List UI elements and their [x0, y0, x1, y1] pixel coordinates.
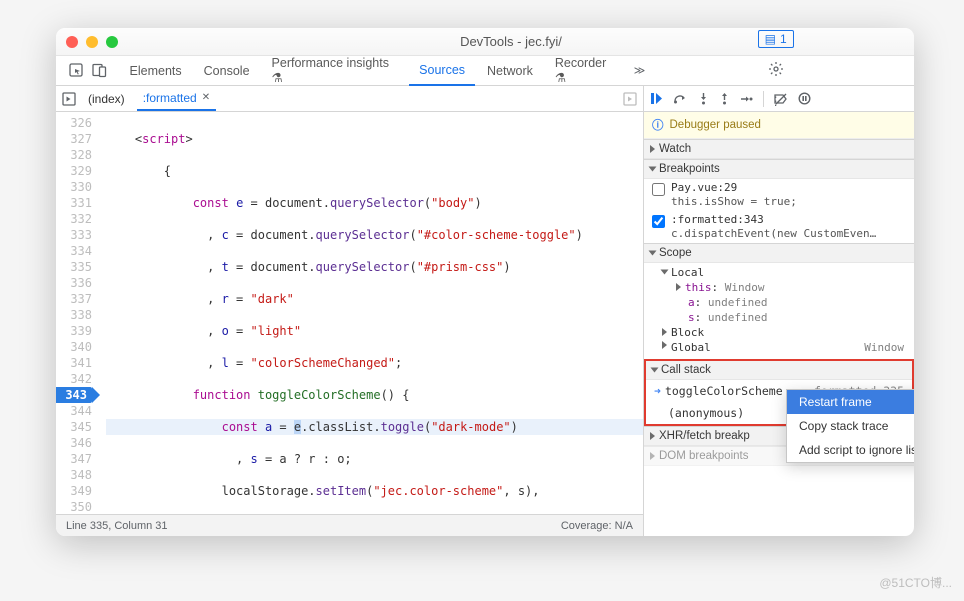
flask-icon: ⚗: [555, 71, 566, 85]
close-window-icon[interactable]: [66, 36, 78, 48]
close-tab-icon[interactable]: ✕: [202, 92, 210, 103]
devtools-window: DevTools - jec.fyi/ Elements Console Per…: [56, 28, 914, 536]
code-content: <script> { const e = document.querySelec…: [98, 112, 643, 514]
tab-network[interactable]: Network: [477, 57, 543, 85]
breakpoint-item[interactable]: :formatted:343c.dispatchEvent(new Custom…: [644, 211, 914, 243]
device-mode-icon[interactable]: [89, 60, 110, 82]
section-scope[interactable]: Scope: [644, 243, 914, 263]
info-icon: ⓘ: [652, 117, 664, 133]
breakpoint-item[interactable]: Pay.vue:29this.isShow = true;: [644, 179, 914, 211]
scope-local: Local this: Window a: undefined s: undef…: [644, 263, 914, 359]
zoom-window-icon[interactable]: [106, 36, 118, 48]
context-menu: Restart frame Copy stack trace Add scrip…: [786, 389, 914, 463]
step-into-icon[interactable]: [698, 92, 709, 105]
deactivate-breakpoints-icon[interactable]: [774, 93, 788, 105]
ctx-restart-frame[interactable]: Restart frame: [787, 390, 914, 414]
callstack-highlight: Call stack ➜ toggleColorScheme :formatte…: [644, 359, 914, 426]
message-icon: ▤: [765, 32, 776, 46]
breakpoint-checkbox[interactable]: [652, 183, 665, 196]
watermark: @51CTO博...: [879, 574, 952, 591]
resume-icon[interactable]: [650, 92, 663, 105]
pause-exceptions-icon[interactable]: [798, 92, 811, 105]
devtools-tabs: Elements Console Performance insights ⚗ …: [56, 56, 914, 86]
snippet-run-icon[interactable]: [623, 92, 637, 106]
ctx-ignore-script[interactable]: Add script to ignore list: [787, 438, 914, 462]
status-bar: Line 335, Column 31 Coverage: N/A: [56, 514, 643, 536]
tab-sources[interactable]: Sources: [409, 56, 475, 86]
more-tabs-icon[interactable]: ≫: [634, 64, 646, 77]
cursor-position: Line 335, Column 31: [66, 520, 168, 532]
breakpoint-checkbox[interactable]: [652, 215, 665, 228]
tab-elements[interactable]: Elements: [120, 57, 192, 85]
line-gutter: 3263273283293303313323333343353363373383…: [56, 112, 98, 514]
current-frame-icon: ➜: [654, 384, 661, 398]
flask-icon: ⚗: [272, 71, 283, 85]
section-breakpoints[interactable]: Breakpoints: [644, 159, 914, 179]
debug-toolbar: [644, 86, 914, 112]
messages-badge[interactable]: ▤1: [758, 30, 794, 48]
minimize-window-icon[interactable]: [86, 36, 98, 48]
section-watch[interactable]: Watch: [644, 139, 914, 159]
coverage-status: Coverage: N/A: [561, 520, 633, 532]
section-callstack[interactable]: Call stack: [646, 361, 912, 380]
breakpoint-marker[interactable]: 343: [56, 387, 92, 403]
step-over-icon[interactable]: [673, 93, 688, 105]
step-icon[interactable]: [740, 93, 753, 105]
file-tabs-bar: (index) :formatted✕: [56, 86, 643, 112]
paused-banner: ⓘ Debugger paused: [644, 112, 914, 139]
ctx-copy-stack[interactable]: Copy stack trace: [787, 414, 914, 438]
inspect-element-icon[interactable]: [66, 60, 87, 82]
navigator-toggle-icon[interactable]: [62, 92, 76, 106]
file-tab-index[interactable]: (index): [82, 88, 131, 110]
tab-console[interactable]: Console: [194, 57, 260, 85]
file-tab-formatted[interactable]: :formatted✕: [137, 87, 216, 111]
step-out-icon[interactable]: [719, 92, 730, 105]
settings-icon[interactable]: [765, 58, 787, 80]
code-editor[interactable]: 3263273283293303313323333343353363373383…: [56, 112, 643, 514]
debugger-pane: ⓘ Debugger paused Watch Breakpoints Pay.…: [644, 86, 914, 536]
source-pane: (index) :formatted✕ 32632732832933033133…: [56, 86, 644, 536]
traffic-lights: [66, 36, 118, 48]
